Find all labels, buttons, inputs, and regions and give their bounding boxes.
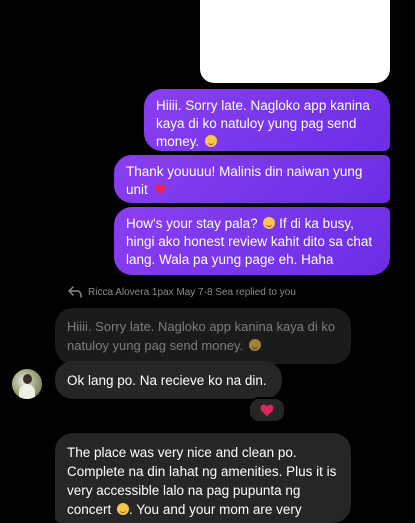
smiling-face-icon [205,135,218,147]
shared-image-preview[interactable] [200,0,390,83]
smiling-face-icon [117,503,130,515]
grinning-face-icon [263,217,276,229]
quoted-message[interactable]: Hiiii. Sorry late. Nagloko app kanina ka… [55,308,351,364]
received-message-1[interactable]: Ok lang po. Na recieve ko na din. [55,361,282,399]
smiling-face-icon [248,339,261,351]
message-reaction[interactable] [248,397,286,423]
reply-arrow-icon [68,286,82,298]
message-text: How's your stay pala? [126,216,262,231]
sent-message-2[interactable]: Thank youuuu! Malinis din naiwan yung un… [114,155,390,203]
red-heart-icon [260,404,274,416]
reply-context-text: Ricca Alovera 1pax May 7-8 Sea replied t… [88,286,296,298]
reply-context: Ricca Alovera 1pax May 7-8 Sea replied t… [68,286,296,298]
quoted-text: Hiiii. Sorry late. Nagloko app kanina ka… [67,319,336,353]
red-heart-icon [153,184,166,195]
message-text: Hiiii. Sorry late. Nagloko app kanina ka… [156,98,370,149]
avatar[interactable] [12,369,42,399]
message-text: Ok lang po. Na recieve ko na din. [67,373,267,388]
sent-message-1[interactable]: Hiiii. Sorry late. Nagloko app kanina ka… [144,89,390,151]
sent-message-3[interactable]: How's your stay pala? If di ka busy, hin… [114,207,390,275]
message-text-continued: . You and your mom are very [129,502,302,517]
received-message-2[interactable]: The place was very nice and clean po. Co… [55,433,351,523]
